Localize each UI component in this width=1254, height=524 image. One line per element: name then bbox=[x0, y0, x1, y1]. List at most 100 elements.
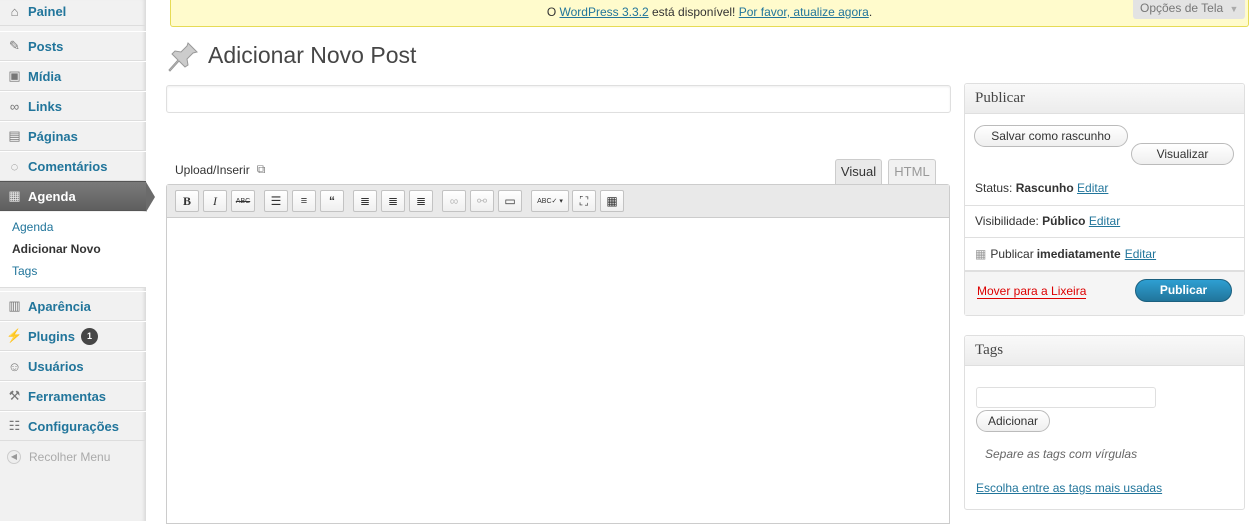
bold-icon[interactable]: B bbox=[175, 190, 199, 212]
screen-options-button[interactable]: Opções de Tela ▼ bbox=[1133, 0, 1245, 19]
status-label: Status: bbox=[975, 181, 1016, 195]
divider bbox=[965, 205, 1244, 206]
menu-item-agenda[interactable]: ▦ Agenda bbox=[0, 181, 155, 212]
pages-icon: ▤ bbox=[8, 128, 21, 143]
unlink-icon[interactable]: ⚯ bbox=[470, 190, 494, 212]
chevron-down-icon: ▼ bbox=[1229, 4, 1239, 14]
tags-box: Tags Adicionar Separe as tags com vírgul… bbox=[964, 335, 1245, 510]
visibility-label: Visibilidade: bbox=[975, 214, 1043, 228]
insert-more-icon[interactable]: ▭ bbox=[498, 190, 522, 212]
menu-item-posts[interactable]: ✎ Posts bbox=[0, 31, 146, 61]
tab-html[interactable]: HTML bbox=[888, 159, 936, 184]
tag-hint: Separe as tags com vírgulas bbox=[985, 447, 1138, 461]
numbered-list-icon[interactable]: ≡ bbox=[292, 190, 316, 212]
menu-label: Plugins bbox=[28, 328, 75, 344]
blockquote-icon[interactable]: “ bbox=[320, 190, 344, 212]
menu-item-painel[interactable]: ⌂ Painel bbox=[0, 0, 146, 26]
collapse-menu-label: Recolher Menu bbox=[29, 450, 111, 464]
post-title-input[interactable] bbox=[166, 85, 951, 113]
publish-button[interactable]: Publicar bbox=[1135, 279, 1232, 302]
menu-item-ferramentas[interactable]: ⚒ Ferramentas bbox=[0, 381, 146, 411]
menu-label: Ferramentas bbox=[28, 388, 107, 404]
settings-icon: ☷ bbox=[8, 418, 21, 433]
post-content-editor[interactable]: B I ABC ☰ ≡ “ ≣ ≣ ≣ ∞ ⚯ ▭ ABC✓ ▾ ⛶ ▦ bbox=[166, 184, 950, 524]
notice-text: O bbox=[546, 5, 560, 19]
agenda-submenu: Agenda Adicionar Novo Tags bbox=[0, 212, 146, 288]
page-title: Adicionar Novo Post bbox=[208, 42, 417, 68]
submenu-item-agenda[interactable]: Agenda bbox=[12, 220, 53, 234]
menu-label: Posts bbox=[28, 38, 64, 54]
home-icon: ⌂ bbox=[10, 3, 19, 19]
submenu-item-adicionar-novo[interactable]: Adicionar Novo bbox=[12, 242, 101, 256]
menu-label: Usuários bbox=[28, 358, 84, 374]
align-center-icon[interactable]: ≣ bbox=[381, 190, 405, 212]
visibility-row: Visibilidade: Público Editar bbox=[975, 214, 1120, 228]
menu-item-plugins[interactable]: ⚡ Plugins 1 bbox=[0, 321, 146, 351]
add-tag-button[interactable]: Adicionar bbox=[976, 410, 1050, 432]
move-to-trash-link[interactable]: Mover para a Lixeira bbox=[977, 284, 1087, 299]
bullet-list-icon[interactable]: ☰ bbox=[264, 190, 288, 212]
pushpin-icon: ✎ bbox=[9, 38, 20, 53]
collapse-arrow-icon: ◀ bbox=[7, 450, 21, 464]
menu-label: Agenda bbox=[28, 188, 76, 204]
users-icon: ☺ bbox=[7, 358, 22, 374]
screen-options-label: Opções de Tela bbox=[1140, 1, 1224, 15]
appearance-icon: ▥ bbox=[8, 298, 21, 313]
media-icon: ▣ bbox=[8, 68, 21, 83]
menu-item-midia[interactable]: ▣ Mídia bbox=[0, 61, 146, 91]
notice-text: está disponível! bbox=[648, 5, 739, 19]
upload-insert-label: Upload/Inserir bbox=[175, 162, 250, 177]
align-right-icon[interactable]: ≣ bbox=[409, 190, 433, 212]
tags-box-title: Tags bbox=[965, 336, 1244, 366]
insert-link-icon[interactable]: ∞ bbox=[442, 190, 466, 212]
update-count-badge: 1 bbox=[80, 327, 98, 345]
admin-sidebar: ⌂ Painel ✎ Posts ▣ Mídia ∞ Links ▤ Págin… bbox=[0, 0, 155, 521]
menu-label: Aparência bbox=[28, 298, 91, 314]
media-upload-icon[interactable]: ⧉ bbox=[257, 162, 266, 177]
comment-icon: ◌ bbox=[10, 158, 19, 174]
update-notice: O WordPress 3.3.2 está disponível! Por f… bbox=[170, 0, 1249, 27]
visibility-value: Público bbox=[1042, 214, 1086, 228]
collapse-menu-button[interactable]: ◀ Recolher Menu bbox=[7, 450, 110, 464]
schedule-label: Publicar bbox=[990, 247, 1034, 261]
schedule-value: imediatamente bbox=[1036, 247, 1121, 261]
update-now-link[interactable]: Por favor, atualize agora bbox=[739, 5, 869, 19]
menu-item-links[interactable]: ∞ Links bbox=[0, 91, 146, 121]
tab-visual[interactable]: Visual bbox=[835, 159, 882, 184]
menu-item-usuarios[interactable]: ☺ Usuários bbox=[0, 351, 146, 381]
align-left-icon[interactable]: ≣ bbox=[353, 190, 377, 212]
menu-item-comentarios[interactable]: ◌ Comentários bbox=[0, 151, 146, 181]
menu-label: Links bbox=[28, 98, 62, 114]
notice-text: . bbox=[868, 5, 873, 19]
editor-content-area[interactable] bbox=[167, 219, 949, 519]
strikethrough-icon[interactable]: ABC bbox=[231, 190, 255, 212]
status-row: Status: Rascunho Editar bbox=[975, 181, 1108, 195]
editor-toolbar: B I ABC ☰ ≡ “ ≣ ≣ ≣ ∞ ⚯ ▭ ABC✓ ▾ ⛶ ▦ bbox=[167, 185, 949, 218]
edit-schedule-link[interactable]: Editar bbox=[1125, 247, 1156, 261]
publish-box-title: Publicar bbox=[965, 84, 1244, 114]
upload-insert-button[interactable]: Upload/Inserir ⧉ bbox=[175, 162, 265, 177]
edit-status-link[interactable]: Editar bbox=[1077, 181, 1108, 195]
submenu-item-tags[interactable]: Tags bbox=[12, 264, 37, 278]
edit-visibility-link[interactable]: Editar bbox=[1089, 214, 1120, 228]
schedule-row: ▦ Publicar imediatamente Editar bbox=[975, 247, 1156, 261]
italic-icon[interactable]: I bbox=[203, 190, 227, 212]
menu-item-paginas[interactable]: ▤ Páginas bbox=[0, 121, 146, 151]
new-tag-input[interactable] bbox=[976, 387, 1156, 408]
wordpress-version-link[interactable]: WordPress 3.3.2 bbox=[560, 5, 649, 19]
menu-label: Comentários bbox=[28, 158, 108, 174]
spellcheck-icon[interactable]: ABC✓ ▾ bbox=[531, 190, 569, 212]
menu-label: Painel bbox=[28, 3, 67, 19]
calendar-icon: ▦ bbox=[975, 247, 987, 261]
menu-item-configuracoes[interactable]: ☷ Configurações bbox=[0, 411, 146, 441]
menu-item-aparencia[interactable]: ▥ Aparência bbox=[0, 291, 146, 321]
save-draft-button[interactable]: Salvar como rascunho bbox=[974, 125, 1128, 147]
link-icon: ∞ bbox=[9, 98, 20, 114]
kitchen-sink-icon[interactable]: ▦ bbox=[600, 190, 624, 212]
preview-button[interactable]: Visualizar bbox=[1131, 143, 1234, 165]
fullscreen-icon[interactable]: ⛶ bbox=[572, 190, 596, 212]
choose-popular-tags-link[interactable]: Escolha entre as tags mais usadas bbox=[976, 481, 1162, 495]
menu-label: Mídia bbox=[28, 68, 62, 84]
publish-actions: Mover para a Lixeira Publicar bbox=[965, 271, 1244, 315]
menu-label: Páginas bbox=[28, 128, 78, 144]
